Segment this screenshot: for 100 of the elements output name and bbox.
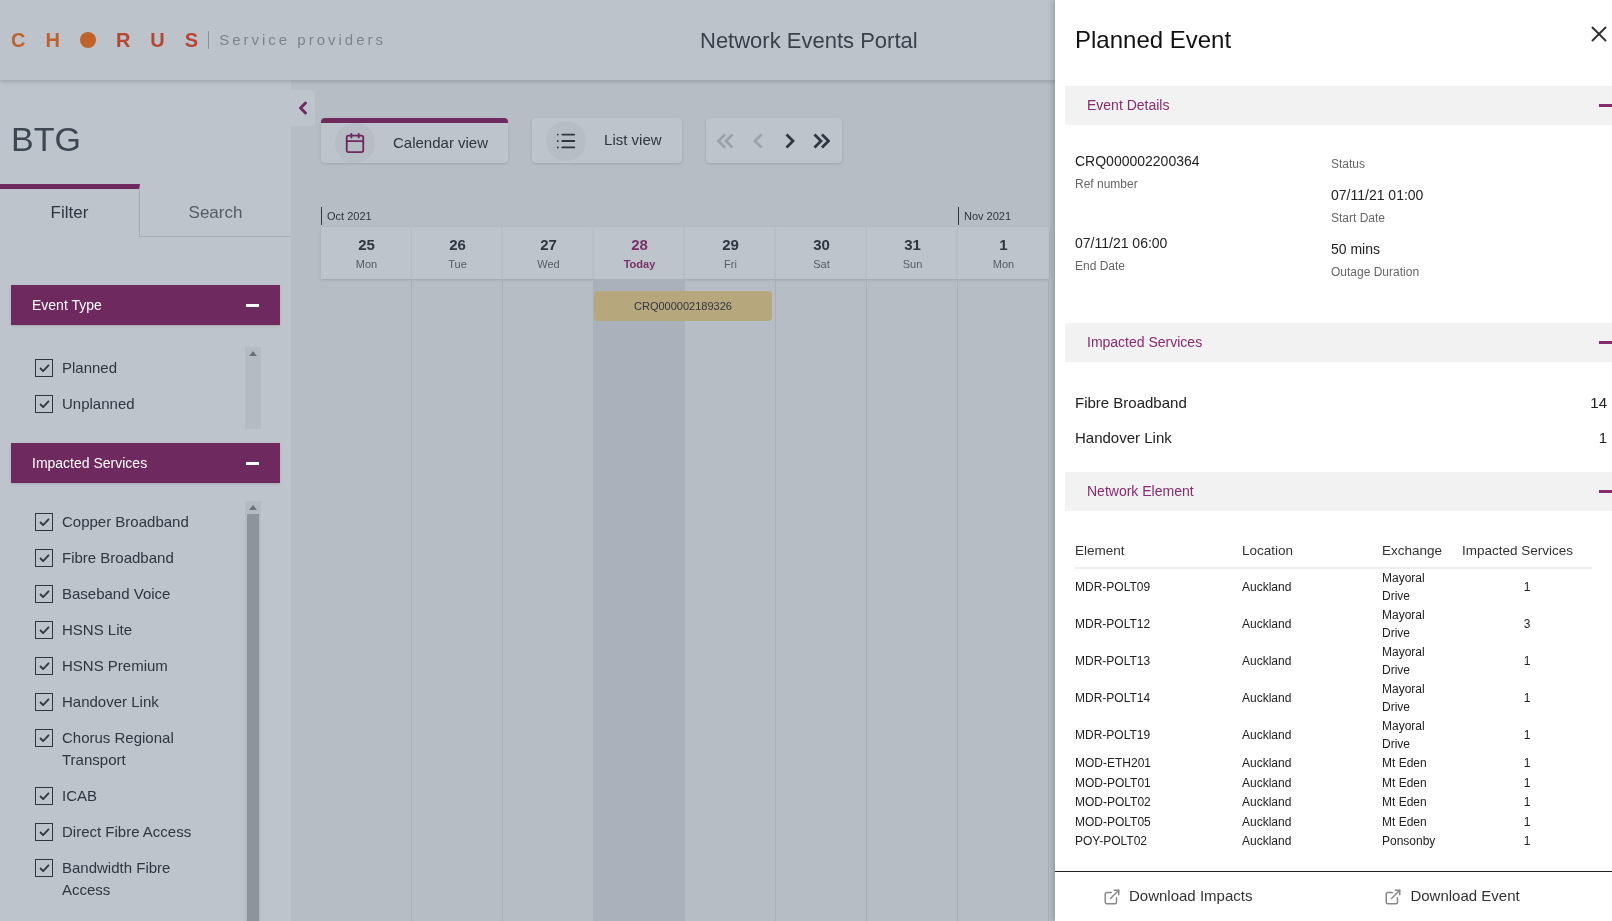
collapse-icon bbox=[1599, 490, 1612, 493]
table-cell: MOD-POLT01 bbox=[1075, 773, 1242, 794]
table-cell-text: 1 bbox=[1522, 833, 1532, 851]
day-header[interactable]: 1 Mon bbox=[958, 227, 1049, 279]
table-cell: MDR-POLT13 bbox=[1075, 643, 1242, 681]
scrollbar[interactable] bbox=[245, 501, 261, 921]
detail-label: Ref number bbox=[1075, 176, 1139, 193]
table-cell-text: Mayoral Drive bbox=[1382, 644, 1426, 679]
day-header[interactable]: 25 Mon bbox=[321, 227, 412, 279]
detail-label: Start Date bbox=[1331, 210, 1387, 227]
sidebar-tab[interactable]: Filter bbox=[0, 183, 140, 237]
checkbox[interactable] bbox=[35, 787, 53, 805]
drawer-title: Planned Event bbox=[1075, 25, 1232, 55]
checkbox[interactable] bbox=[35, 585, 53, 603]
checkbox[interactable] bbox=[35, 359, 53, 377]
table-cell-text: Mt Eden bbox=[1382, 813, 1428, 831]
check-icon bbox=[38, 734, 50, 742]
day-header[interactable]: 31 Sun bbox=[867, 227, 958, 279]
day-header[interactable]: 27 Wed bbox=[503, 227, 594, 279]
month-label: Nov 2021 bbox=[958, 207, 1012, 225]
day-header[interactable]: 28 Today bbox=[594, 227, 685, 279]
scroll-up-arrow-icon[interactable] bbox=[249, 505, 257, 510]
day-number: 26 bbox=[449, 234, 466, 255]
checkbox-label: ICAB bbox=[62, 786, 98, 806]
view-button[interactable]: Calendar view bbox=[321, 118, 509, 163]
day-number: 1 bbox=[999, 234, 1008, 255]
table-cell: Auckland bbox=[1242, 680, 1382, 718]
check-icon bbox=[38, 364, 50, 372]
chevron-icon bbox=[752, 132, 763, 149]
day-header[interactable]: 26 Tue bbox=[412, 227, 503, 279]
detail-label: End Date bbox=[1075, 258, 1127, 275]
download-button[interactable]: Download Event bbox=[1384, 885, 1520, 908]
checkbox[interactable] bbox=[35, 729, 53, 747]
collapse-icon bbox=[1599, 104, 1612, 107]
view-button[interactable]: List view bbox=[532, 118, 682, 163]
table-cell-text: 1 bbox=[1522, 755, 1532, 773]
checkbox[interactable] bbox=[35, 657, 53, 675]
section-header[interactable]: Network Element bbox=[1065, 472, 1612, 511]
day-header[interactable]: 29 Fri bbox=[685, 227, 776, 279]
day-number: 27 bbox=[540, 234, 557, 255]
filter-section-header[interactable]: Event Type bbox=[11, 285, 280, 325]
checkbox-label: Planned bbox=[62, 358, 119, 378]
day-header[interactable]: 30 Sat bbox=[776, 227, 867, 279]
checkbox[interactable] bbox=[35, 513, 53, 531]
table-cell-text: 1 bbox=[1522, 727, 1532, 744]
table-cell-text: Mayoral Drive bbox=[1382, 718, 1426, 753]
section-header[interactable]: Impacted Services bbox=[1065, 323, 1612, 362]
column-header: Impacted Services bbox=[1462, 541, 1592, 569]
checkbox-label: Baseband Voice bbox=[62, 584, 172, 604]
weekday: Wed bbox=[537, 257, 560, 272]
check-icon bbox=[38, 590, 50, 598]
collapse-icon bbox=[246, 461, 259, 465]
download-button[interactable]: Download Impacts bbox=[1103, 885, 1253, 908]
section-header[interactable]: Event Details bbox=[1065, 86, 1612, 125]
table-cell: Auckland bbox=[1242, 773, 1382, 794]
logo-letter: H bbox=[45, 28, 60, 53]
day-number: 31 bbox=[904, 234, 921, 255]
checkbox-label: Chorus Regional Transport bbox=[62, 728, 175, 770]
weekday: Tue bbox=[448, 257, 467, 272]
detail-value: 50 mins bbox=[1331, 240, 1382, 259]
table-cell: MDR-POLT12 bbox=[1075, 606, 1242, 644]
filter-section-header[interactable]: Impacted Services bbox=[11, 443, 280, 483]
table-cell-text: 1 bbox=[1522, 690, 1532, 707]
weekday: Fri bbox=[724, 257, 737, 272]
table-cell: MOD-ETH201 bbox=[1075, 754, 1242, 774]
table-cell-text: 1 bbox=[1522, 813, 1532, 831]
day-number: 28 bbox=[631, 234, 648, 255]
checkbox[interactable] bbox=[35, 823, 53, 841]
event-bar[interactable]: CRQ000002189326 bbox=[594, 291, 772, 321]
checkbox-label: Handover Link bbox=[62, 692, 160, 712]
day-number: 25 bbox=[358, 234, 375, 255]
table-cell-text: 1 bbox=[1522, 653, 1532, 670]
logo-letter: S bbox=[184, 28, 199, 53]
table-cell: MDR-POLT09 bbox=[1075, 568, 1242, 607]
table-cell: Auckland bbox=[1242, 754, 1382, 774]
checkbox[interactable] bbox=[35, 549, 53, 567]
checkbox[interactable] bbox=[35, 693, 53, 711]
table-cell-text: Mt Eden bbox=[1382, 774, 1428, 792]
sidebar-tab[interactable]: Search bbox=[140, 183, 291, 237]
scroll-up-arrow-icon[interactable] bbox=[249, 351, 257, 356]
table-cell: Auckland bbox=[1242, 606, 1382, 644]
detail-label: Outage Duration bbox=[1331, 264, 1421, 281]
double-chevron-icon bbox=[813, 132, 831, 149]
double-chevron-icon bbox=[717, 132, 735, 149]
weekday: Sun bbox=[902, 257, 923, 272]
day-number: 29 bbox=[722, 234, 739, 255]
table-cell: 1 bbox=[1462, 568, 1592, 607]
checkbox[interactable] bbox=[35, 395, 53, 413]
checkbox[interactable] bbox=[35, 859, 53, 877]
table-cell-text: Mayoral Drive bbox=[1382, 607, 1426, 642]
scrollbar[interactable] bbox=[245, 347, 261, 429]
table-cell: Auckland bbox=[1242, 717, 1382, 755]
checkbox[interactable] bbox=[35, 621, 53, 639]
table-cell: Auckland bbox=[1242, 568, 1382, 607]
weekday: Today bbox=[623, 257, 656, 272]
table-cell: Mayoral Drive bbox=[1382, 568, 1462, 607]
collapse-sidebar-button[interactable] bbox=[291, 90, 315, 126]
table-cell-text: 3 bbox=[1522, 616, 1532, 633]
table-cell-text: Ponsonby bbox=[1382, 833, 1437, 851]
table-cell-text: Mt Eden bbox=[1382, 755, 1428, 773]
